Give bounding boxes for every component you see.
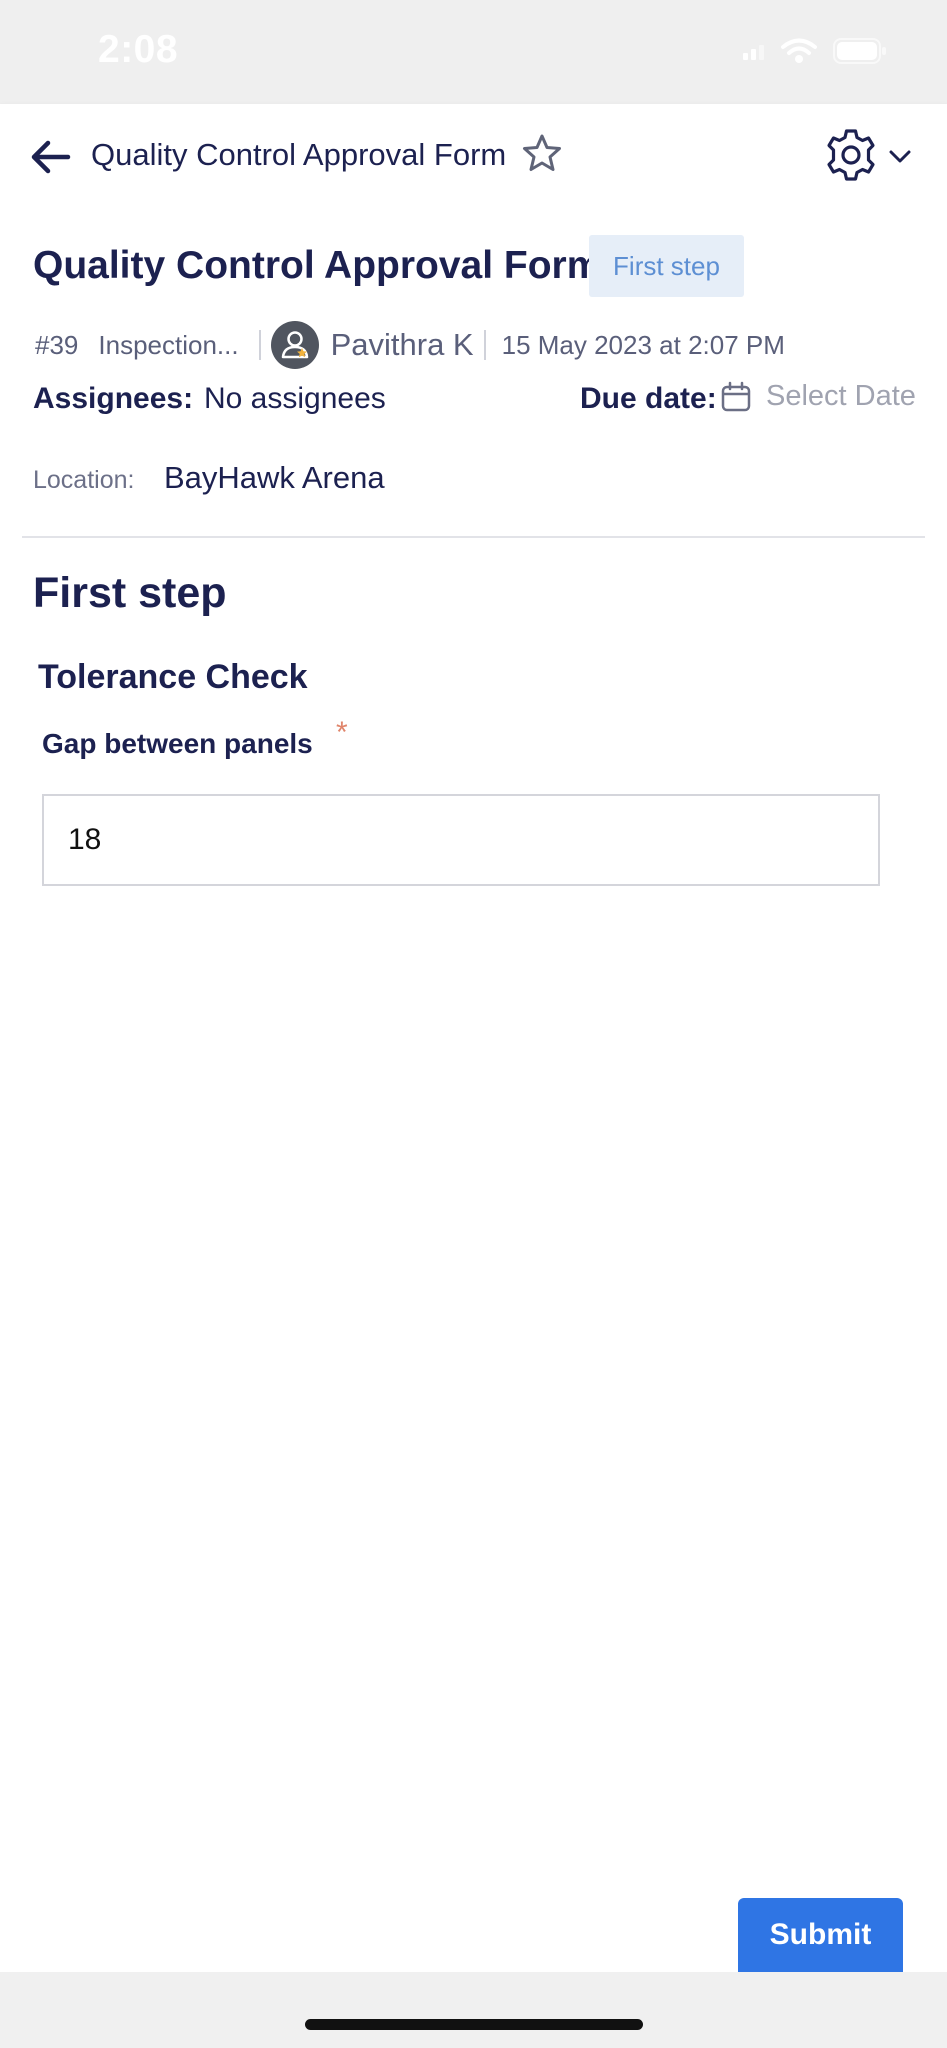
home-indicator[interactable] [305, 2019, 643, 2030]
meta-separator [483, 330, 486, 360]
meta-separator [258, 330, 261, 360]
back-arrow-icon[interactable] [28, 134, 74, 180]
battery-icon [833, 38, 886, 64]
form-date: 15 May 2023 at 2:07 PM [501, 329, 785, 360]
calendar-icon [721, 381, 751, 411]
form-content: Quality Control Approval Form First step… [0, 214, 947, 1972]
app-header: Quality Control Approval Form [0, 104, 947, 214]
cellular-signal-icon [743, 45, 764, 60]
gear-icon[interactable] [824, 128, 878, 182]
status-bar: 2:08 [0, 0, 947, 104]
status-time: 2:08 [98, 28, 179, 71]
home-area [0, 1972, 947, 2048]
user-icon [281, 331, 308, 359]
due-date-placeholder: Select Date [766, 380, 916, 412]
step-badge: First step [589, 235, 744, 297]
form-meta: #39 Inspection... Pavithra K 15 May 2023… [35, 320, 935, 370]
assignees-value[interactable]: No assignees [204, 382, 386, 416]
star-icon[interactable] [522, 133, 562, 173]
step-heading: First step [33, 569, 227, 617]
assignees-label: Assignees: [33, 382, 194, 415]
form-id: #39 [35, 329, 79, 360]
chevron-down-icon[interactable] [886, 144, 914, 168]
gap-between-panels-input[interactable] [42, 794, 880, 886]
field-label: Gap between panels [42, 728, 313, 759]
divider [22, 536, 925, 538]
form-title: Quality Control Approval Form [33, 244, 602, 287]
form-user: Pavithra K [330, 327, 474, 362]
location-label: Location: [33, 466, 135, 494]
submit-button[interactable]: Submit [738, 1898, 903, 1972]
due-date-label: Due date: [580, 382, 717, 415]
status-icons [743, 38, 887, 64]
location-value: BayHawk Arena [164, 460, 385, 495]
required-indicator: * [336, 716, 348, 749]
form-category[interactable]: Inspection... [98, 330, 238, 361]
section-heading: Tolerance Check [38, 658, 308, 696]
due-date-picker[interactable]: Select Date [720, 380, 916, 413]
header-title: Quality Control Approval Form [91, 137, 507, 172]
avatar [270, 321, 319, 369]
wifi-icon [781, 38, 817, 63]
